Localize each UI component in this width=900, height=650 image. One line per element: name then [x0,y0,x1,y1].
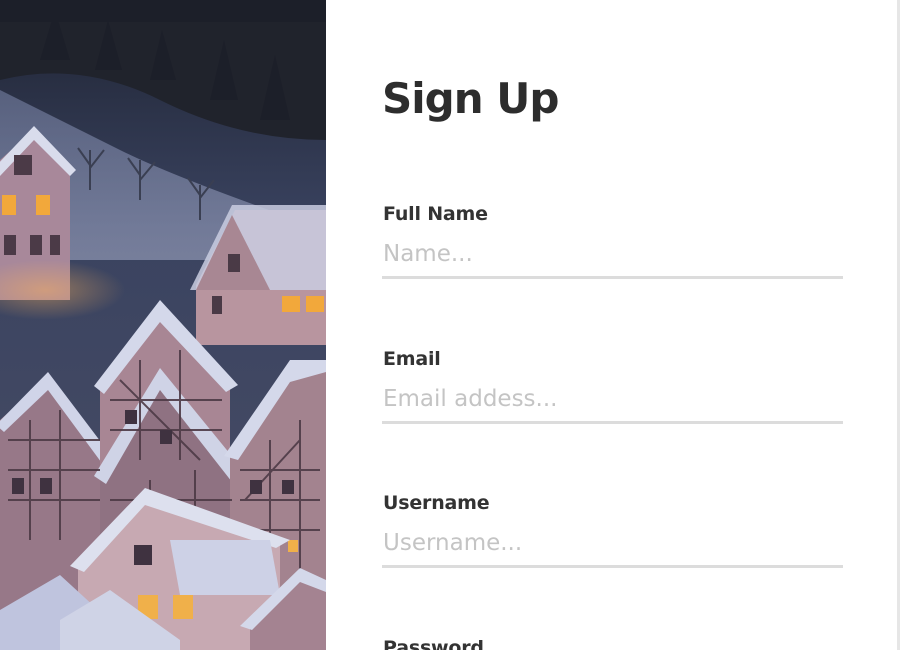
password-label: Password [383,637,484,650]
signup-form-panel: Sign Up Full Name Email Username Passwor… [326,0,897,650]
full-name-field: Full Name [382,203,843,299]
signup-page: Sign Up Full Name Email Username Passwor… [0,0,900,650]
page-title: Sign Up [382,74,559,123]
email-input[interactable] [382,376,843,424]
username-field: Username [382,492,843,588]
password-field: Password [382,637,843,650]
username-label: Username [383,492,490,514]
snowy-village-photo [0,0,326,650]
full-name-label: Full Name [383,203,488,225]
full-name-input[interactable] [382,231,843,279]
username-input[interactable] [382,520,843,568]
email-label: Email [383,348,441,370]
email-field: Email [382,348,843,444]
